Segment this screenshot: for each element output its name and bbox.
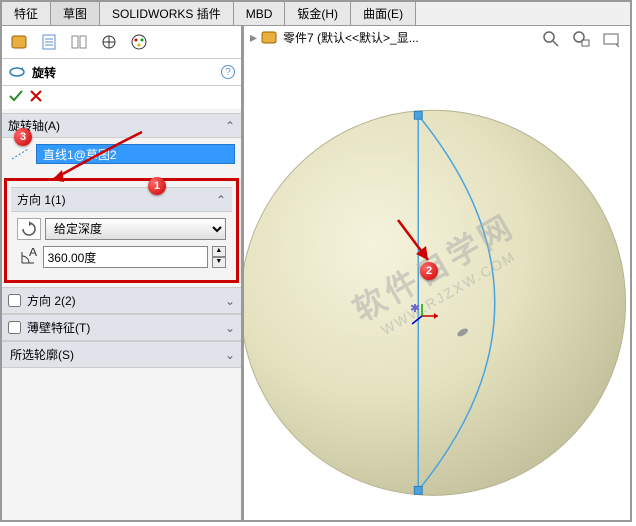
- collapse-icon: ⌃: [216, 193, 226, 207]
- zoom-area-button[interactable]: [568, 28, 594, 50]
- tab-sketch[interactable]: 草图: [51, 2, 100, 25]
- contour-header[interactable]: 所选轮廓(S) ⌄: [2, 341, 241, 368]
- display-menu-button[interactable]: [598, 28, 624, 50]
- property-manager: 旋转 ? 旋转轴(A) ⌃ 直线1@草图2: [2, 26, 244, 520]
- breadcrumb-arrow-icon[interactable]: ▸: [250, 29, 257, 46]
- pm-tab-dim[interactable]: [95, 29, 123, 55]
- breadcrumb: ▸ 零件7 (默认<<默认>_显...: [250, 28, 419, 46]
- thin-checkbox[interactable]: [8, 321, 21, 334]
- thin-label: 薄壁特征(T): [27, 319, 90, 336]
- angle-down[interactable]: ▼: [212, 257, 226, 268]
- thin-header[interactable]: 薄壁特征(T) ⌄: [2, 314, 241, 341]
- ok-cancel-row: [2, 86, 241, 109]
- end-condition-select[interactable]: 给定深度: [45, 218, 226, 240]
- annotation-arrow-2: [390, 212, 450, 272]
- svg-text:✱: ✱: [410, 304, 420, 315]
- marker-1: 1: [148, 177, 166, 195]
- dir2-checkbox[interactable]: [8, 294, 21, 307]
- angle-input[interactable]: [43, 246, 208, 268]
- pm-tab-feature[interactable]: [5, 29, 33, 55]
- contour-label: 所选轮廓(S): [10, 346, 74, 363]
- ribbon-tabs: 特征 草图 SOLIDWORKS 插件 MBD 钣金(H) 曲面(E): [2, 2, 630, 26]
- chevron-down-icon: ⌄: [225, 348, 235, 362]
- help-icon[interactable]: ?: [221, 65, 235, 79]
- model-area[interactable]: [244, 56, 630, 520]
- tab-sheetmetal[interactable]: 钣金(H): [285, 2, 351, 25]
- tab-features[interactable]: 特征: [2, 2, 51, 25]
- viewport-tools: [538, 28, 624, 50]
- feature-header: 旋转 ?: [2, 59, 241, 86]
- pm-toolbar: [2, 26, 241, 59]
- chevron-down-icon: ⌄: [225, 321, 235, 335]
- cancel-button[interactable]: [28, 88, 44, 107]
- zoom-fit-button[interactable]: [538, 28, 564, 50]
- pm-tab-config[interactable]: [65, 29, 93, 55]
- origin-triad-icon: ✱: [410, 304, 440, 328]
- chevron-down-icon: ⌄: [225, 294, 235, 308]
- angle-up[interactable]: ▲: [212, 246, 226, 257]
- marker-3: 3: [14, 128, 32, 146]
- reverse-direction-button[interactable]: [17, 218, 41, 240]
- collapse-icon: ⌃: [225, 119, 235, 133]
- direction-1-section-highlight: 方向 1(1) ⌃ 给定深度 A1 ▲ ▼: [4, 178, 239, 283]
- tab-mbd[interactable]: MBD: [234, 2, 286, 25]
- tab-sw-plugins[interactable]: SOLIDWORKS 插件: [100, 2, 234, 25]
- dir1-label: 方向 1(1): [17, 191, 66, 208]
- pm-tab-properties[interactable]: [35, 29, 63, 55]
- dir2-header[interactable]: 方向 2(2) ⌄: [2, 287, 241, 314]
- feature-title: 旋转: [32, 64, 56, 81]
- axis-line-icon: [8, 145, 32, 163]
- annotation-arrow-1: [42, 122, 162, 192]
- tab-surface[interactable]: 曲面(E): [351, 2, 416, 25]
- model-svg: [244, 56, 630, 520]
- ok-button[interactable]: [8, 88, 24, 107]
- revolve-icon: [8, 63, 26, 81]
- marker-2: 2: [420, 262, 438, 280]
- dir2-label: 方向 2(2): [27, 292, 76, 309]
- svg-text:A1: A1: [29, 248, 37, 259]
- pm-tab-appearance[interactable]: [125, 29, 153, 55]
- breadcrumb-text[interactable]: 零件7 (默认<<默认>_显...: [283, 29, 419, 46]
- part-icon: [261, 28, 279, 46]
- angle-icon: A1: [17, 246, 39, 268]
